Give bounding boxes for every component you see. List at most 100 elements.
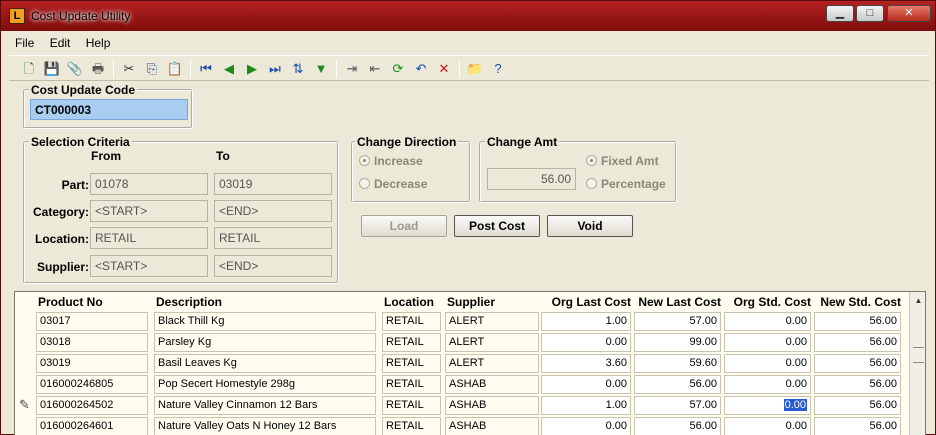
- cell-product-no[interactable]: 03019: [36, 354, 148, 373]
- cell-description[interactable]: Nature Valley Oats N Honey 12 Bars: [154, 417, 376, 435]
- paste-button[interactable]: 📋: [165, 59, 185, 79]
- table-row[interactable]: 03017 Black Thill Kg RETAIL ALERT 1.00 57.00 0…: [15, 311, 909, 332]
- cell-new-last-cost[interactable]: 57.00: [634, 396, 721, 415]
- cell-new-last-cost[interactable]: 59.60: [634, 354, 721, 373]
- maximize-button[interactable]: □: [856, 5, 884, 22]
- cell-org-std-cost[interactable]: 0.00: [724, 312, 811, 331]
- cell-new-last-cost[interactable]: 56.00: [634, 417, 721, 435]
- refresh-button[interactable]: ⟳: [388, 59, 408, 79]
- column-header-supplier[interactable]: Supplier: [447, 295, 495, 309]
- percentage-radio[interactable]: Percentage: [586, 177, 666, 191]
- cell-new-last-cost[interactable]: 56.00: [634, 375, 721, 394]
- cell-product-no[interactable]: 016000264502: [36, 396, 148, 415]
- cut-button[interactable]: ✂: [119, 59, 139, 79]
- column-header-product-no[interactable]: Product No: [38, 295, 103, 309]
- cell-supplier[interactable]: ALERT: [445, 333, 539, 352]
- column-header-org-last-cost[interactable]: Org Last Cost: [543, 295, 631, 309]
- column-header-description[interactable]: Description: [156, 295, 222, 309]
- cell-description[interactable]: Pop Secert Homestyle 298g: [154, 375, 376, 394]
- insert-row-button[interactable]: ⇥: [342, 59, 362, 79]
- scroll-up-icon[interactable]: ▲: [912, 296, 925, 308]
- cell-location[interactable]: RETAIL: [382, 354, 441, 373]
- cell-product-no[interactable]: 016000264601: [36, 417, 148, 435]
- cell-new-std-cost[interactable]: 56.00: [814, 375, 901, 394]
- cell-description[interactable]: Black Thill Kg: [154, 312, 376, 331]
- vertical-scrollbar[interactable]: ▲: [909, 292, 925, 435]
- cell-location[interactable]: RETAIL: [382, 375, 441, 394]
- cost-grid[interactable]: ▲ Product No Description Location Supplier O…: [14, 291, 926, 435]
- cell-org-last-cost[interactable]: 0.00: [541, 333, 631, 352]
- cell-new-std-cost[interactable]: 56.00: [814, 333, 901, 352]
- table-row[interactable]: 03019 Basil Leaves Kg RETAIL ALERT 3.60 59.60…: [15, 353, 909, 374]
- load-button[interactable]: Load: [361, 215, 447, 237]
- part-to-input[interactable]: 03019: [214, 173, 332, 195]
- category-from-input[interactable]: <START>: [90, 200, 208, 222]
- append-row-button[interactable]: ⇤: [365, 59, 385, 79]
- cell-new-last-cost[interactable]: 99.00: [634, 333, 721, 352]
- scroll-thumb[interactable]: [913, 347, 924, 363]
- void-button[interactable]: Void: [547, 215, 633, 237]
- table-row[interactable]: 016000264601 Nature Valley Oats N Honey 1…: [15, 416, 909, 435]
- column-header-new-last-cost[interactable]: New Last Cost: [636, 295, 721, 309]
- undo-button[interactable]: ↶: [411, 59, 431, 79]
- title-bar[interactable]: L Cost Update Utility ▁ □ ✕: [1, 1, 935, 31]
- cell-supplier[interactable]: ASHAB: [445, 396, 539, 415]
- cell-org-std-cost[interactable]: 0.00: [724, 333, 811, 352]
- cell-location[interactable]: RETAIL: [382, 396, 441, 415]
- cell-new-std-cost[interactable]: 56.00: [814, 417, 901, 435]
- copy-button[interactable]: ⎘: [142, 59, 162, 79]
- attach-button[interactable]: 📎: [65, 59, 85, 79]
- part-from-input[interactable]: 01078: [90, 173, 208, 195]
- decrease-radio[interactable]: Decrease: [359, 177, 427, 191]
- previous-record-button[interactable]: ◀: [219, 59, 239, 79]
- close-button[interactable]: ✕: [887, 5, 931, 22]
- cell-org-last-cost[interactable]: 1.00: [541, 312, 631, 331]
- change-amt-input[interactable]: 56.00: [487, 168, 576, 190]
- supplier-to-input[interactable]: <END>: [214, 255, 332, 277]
- cell-location[interactable]: RETAIL: [382, 312, 441, 331]
- delete-button[interactable]: ✕: [434, 59, 454, 79]
- last-record-button[interactable]: ⏭: [265, 59, 285, 79]
- cell-location[interactable]: RETAIL: [382, 417, 441, 435]
- cost-update-code-input[interactable]: CT000003: [30, 99, 188, 120]
- increase-radio[interactable]: Increase: [359, 154, 423, 168]
- cell-org-std-cost[interactable]: 0.00: [724, 354, 811, 373]
- menu-edit[interactable]: Edit: [44, 34, 77, 52]
- cell-description[interactable]: Parsley Kg: [154, 333, 376, 352]
- table-row[interactable]: 016000246805 Pop Secert Homestyle 298g RET…: [15, 374, 909, 395]
- open-folder-button[interactable]: 📁: [465, 59, 485, 79]
- cell-supplier[interactable]: ALERT: [445, 354, 539, 373]
- cell-description[interactable]: Basil Leaves Kg: [154, 354, 376, 373]
- menu-file[interactable]: File: [9, 34, 40, 52]
- cell-new-std-cost[interactable]: 56.00: [814, 312, 901, 331]
- cell-org-std-cost[interactable]: 0.00: [724, 396, 811, 415]
- cell-description[interactable]: Nature Valley Cinnamon 12 Bars: [154, 396, 376, 415]
- column-header-location[interactable]: Location: [384, 295, 434, 309]
- cell-product-no[interactable]: 03018: [36, 333, 148, 352]
- cell-new-std-cost[interactable]: 56.00: [814, 354, 901, 373]
- cell-new-std-cost[interactable]: 56.00: [814, 396, 901, 415]
- cell-supplier[interactable]: ASHAB: [445, 417, 539, 435]
- cell-org-last-cost[interactable]: 0.00: [541, 417, 631, 435]
- post-cost-button[interactable]: Post Cost: [454, 215, 540, 237]
- cell-new-last-cost[interactable]: 57.00: [634, 312, 721, 331]
- location-to-input[interactable]: RETAIL: [214, 227, 332, 249]
- next-record-button[interactable]: ▶: [242, 59, 262, 79]
- cell-product-no[interactable]: 03017: [36, 312, 148, 331]
- new-button[interactable]: 🗋: [19, 59, 39, 79]
- sort-button[interactable]: ⇅: [288, 59, 308, 79]
- cell-location[interactable]: RETAIL: [382, 333, 441, 352]
- cell-supplier[interactable]: ALERT: [445, 312, 539, 331]
- cell-org-std-cost[interactable]: 0.00: [724, 375, 811, 394]
- cell-org-last-cost[interactable]: 3.60: [541, 354, 631, 373]
- help-button[interactable]: ?: [488, 59, 508, 79]
- cell-org-std-cost[interactable]: 0.00: [724, 417, 811, 435]
- column-header-new-std-cost[interactable]: New Std. Cost: [816, 295, 901, 309]
- column-header-org-std-cost[interactable]: Org Std. Cost: [726, 295, 811, 309]
- minimize-button[interactable]: ▁: [826, 5, 854, 22]
- cell-org-last-cost[interactable]: 1.00: [541, 396, 631, 415]
- category-to-input[interactable]: <END>: [214, 200, 332, 222]
- menu-help[interactable]: Help: [80, 34, 117, 52]
- cell-org-last-cost[interactable]: 0.00: [541, 375, 631, 394]
- print-button[interactable]: 🖶: [88, 59, 108, 79]
